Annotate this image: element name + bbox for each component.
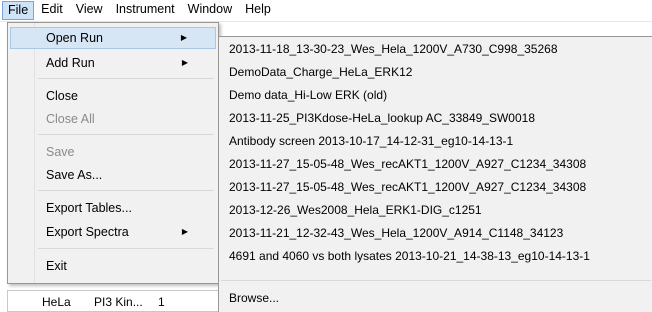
browse-menu-item[interactable]: Browse... <box>229 287 649 309</box>
menu-separator <box>221 280 651 281</box>
menu-bar: File Edit View Instrument Window Help <box>0 0 652 22</box>
submenu-arrow-icon: ▶ <box>180 33 187 42</box>
menu-item-export-spectra[interactable]: Export Spectra ▶ <box>10 221 216 243</box>
menu-item-save: Save <box>10 141 216 163</box>
menu-separator <box>38 190 214 191</box>
menu-item-label: Save As... <box>46 168 103 182</box>
menu-item-add-run[interactable]: Add Run ▶ <box>10 52 216 74</box>
recent-run-item[interactable]: DemoData_Charge_HeLa_ERK12 <box>229 61 649 83</box>
recent-run-item[interactable]: 2013-12-26_Wes2008_Hela_ERK1-DIG_c1251 <box>229 199 649 221</box>
menu-item-label: Export Spectra <box>46 225 129 239</box>
table-cell-name: PI3 Kin... <box>94 295 143 309</box>
recent-run-item[interactable]: 2013-11-25_PI3Kdose-HeLa_lookup AC_33849… <box>229 107 649 129</box>
recent-run-item[interactable]: Demo data_Hi-Low ERK (old) <box>229 84 649 106</box>
menu-item-save-as[interactable]: Save As... <box>10 164 216 186</box>
menu-item-label: Export Tables... <box>46 201 132 215</box>
menu-view[interactable]: View <box>70 1 109 20</box>
open-run-submenu: 2013-11-18_13-30-23_Wes_Hela_1200V_A730_… <box>218 36 652 312</box>
menu-item-open-run[interactable]: Open Run ▶ <box>10 27 216 49</box>
menu-file[interactable]: File <box>2 1 35 20</box>
menu-separator <box>38 248 214 249</box>
recent-run-item[interactable]: 4691 and 4060 vs both lysates 2013-10-21… <box>229 245 649 267</box>
menu-instrument[interactable]: Instrument <box>110 1 181 20</box>
recent-run-item[interactable]: 2013-11-21_12-32-43_Wes_Hela_1200V_A914_… <box>229 222 649 244</box>
menu-item-label: Close <box>46 89 78 103</box>
menu-item-close[interactable]: Close <box>10 85 216 107</box>
submenu-arrow-icon: ▶ <box>181 227 188 236</box>
run-table-row[interactable]: HeLa PI3 Kin... 1 <box>7 290 219 312</box>
submenu-arrow-icon: ▶ <box>181 58 188 67</box>
menu-item-export-tables[interactable]: Export Tables... <box>10 197 216 219</box>
recent-run-item[interactable]: 2013-11-27_15-05-48_Wes_recAKT1_1200V_A9… <box>229 153 649 175</box>
menu-edit[interactable]: Edit <box>35 1 69 20</box>
file-menu-dropdown: Open Run ▶ Add Run ▶ Close Close All Sav… <box>7 22 219 284</box>
table-cell-number: 1 <box>158 295 165 309</box>
menu-window[interactable]: Window <box>182 1 238 20</box>
menu-item-label: Exit <box>46 259 67 273</box>
menu-help[interactable]: Help <box>239 1 277 20</box>
table-cell-sample: HeLa <box>42 295 71 309</box>
recent-run-item[interactable]: 2013-11-27_15-05-48_Wes_recAKT1_1200V_A9… <box>229 176 649 198</box>
menu-item-close-all: Close All <box>10 108 216 130</box>
menu-separator <box>38 78 214 79</box>
menu-item-exit[interactable]: Exit <box>10 255 216 277</box>
menu-item-label: Open Run <box>46 31 103 45</box>
recent-run-item[interactable]: Antibody screen 2013-10-17_14-12-31_eg10… <box>229 130 649 152</box>
menu-item-label: Add Run <box>46 56 95 70</box>
menu-separator <box>38 134 214 135</box>
menu-item-label: Save <box>46 145 75 159</box>
menu-item-label: Close All <box>46 112 95 126</box>
recent-run-item[interactable]: 2013-11-18_13-30-23_Wes_Hela_1200V_A730_… <box>229 38 649 60</box>
